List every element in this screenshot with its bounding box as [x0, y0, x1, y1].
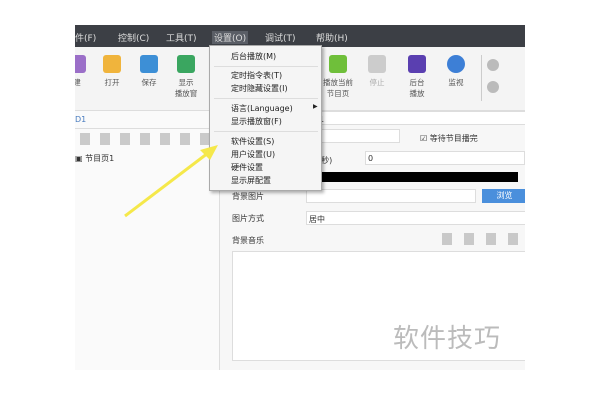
watermark: 软件技巧: [393, 324, 502, 354]
annotation-arrow: [124, 145, 218, 218]
